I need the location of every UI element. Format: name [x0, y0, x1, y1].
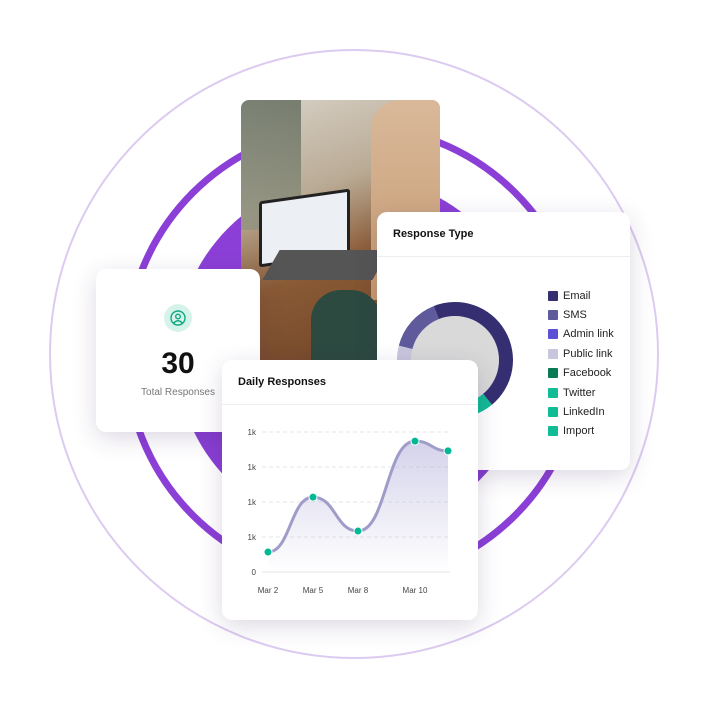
- legend-label: LinkedIn: [563, 406, 605, 419]
- legend-item: Facebook: [548, 364, 614, 383]
- y-tick-label: 1k: [248, 428, 257, 437]
- y-tick-label: 1k: [248, 463, 257, 472]
- data-point: [263, 547, 273, 557]
- y-tick-label: 1k: [248, 498, 257, 507]
- y-tick-label: 1k: [248, 533, 257, 542]
- legend-swatch: [548, 329, 558, 340]
- legend-label: Email: [563, 289, 591, 302]
- x-tick-label: Mar 2: [258, 586, 279, 595]
- x-tick-label: Mar 8: [348, 586, 369, 595]
- legend-item: Twitter: [548, 383, 614, 402]
- legend-label: Admin link: [563, 328, 614, 341]
- x-tick-label: Mar 5: [303, 586, 324, 595]
- data-point: [410, 436, 420, 446]
- legend-item: Admin link: [548, 325, 614, 344]
- legend-item: LinkedIn: [548, 402, 614, 421]
- line-chart: 0 1k 1k 1k 1k Mar 2 Mar 5 Mar 8 Mar 10: [248, 428, 453, 595]
- legend-label: Facebook: [563, 367, 612, 380]
- legend-item: Import: [548, 422, 614, 441]
- legend-swatch: [548, 348, 558, 359]
- data-point: [443, 446, 453, 456]
- x-tick-label: Mar 10: [403, 586, 428, 595]
- legend-swatch: [548, 426, 558, 437]
- data-point: [353, 526, 363, 536]
- legend-item: SMS: [548, 305, 614, 324]
- legend-swatch: [548, 290, 558, 301]
- legend-swatch: [548, 368, 558, 379]
- legend-item: Email: [548, 286, 614, 305]
- legend-item: Public link: [548, 344, 614, 363]
- area-fill: [268, 441, 448, 572]
- y-tick-label: 0: [252, 568, 257, 577]
- legend-swatch: [548, 387, 558, 398]
- legend: Email SMS Admin link Public link Facebook Twi…: [548, 286, 614, 441]
- legend-swatch: [548, 310, 558, 321]
- data-point: [308, 492, 318, 502]
- legend-swatch: [548, 407, 558, 418]
- legend-label: Import: [563, 425, 595, 438]
- legend-label: Public link: [563, 347, 613, 360]
- legend-label: SMS: [563, 309, 587, 322]
- legend-label: Twitter: [563, 386, 596, 399]
- daily-responses-card: Daily Responses 0 1k 1k 1k 1k Mar 2 Mar 5 Mar 8…: [222, 360, 478, 620]
- user-circle-icon: [164, 304, 192, 332]
